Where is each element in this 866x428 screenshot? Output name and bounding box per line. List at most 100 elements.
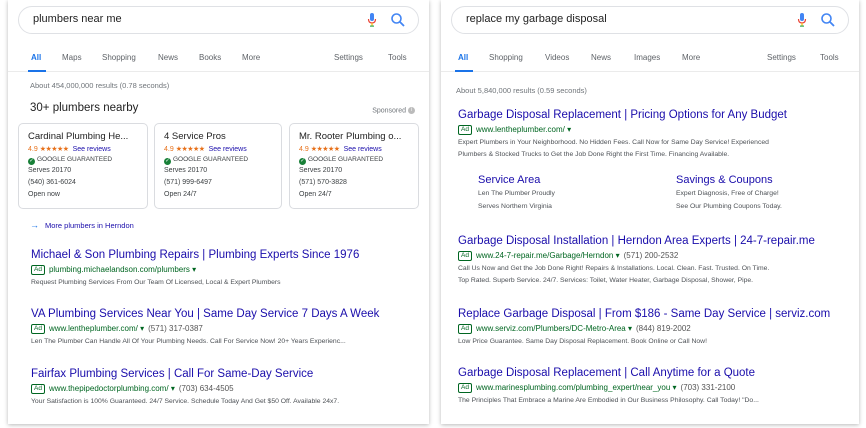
ad-url[interactable]: Ad www.marinesplumbing.com/plumbing_exper… xyxy=(458,383,735,393)
ad-url[interactable]: Ad www.lentheplumber.com/ ▾ (571) 317-0387 xyxy=(31,324,203,334)
see-reviews-link[interactable]: See reviews xyxy=(73,146,111,153)
tab-all[interactable]: All xyxy=(31,53,41,62)
chevron-down-icon[interactable]: ▾ xyxy=(673,383,677,392)
rating: 4.9 ★★★★★ See reviews xyxy=(164,145,247,153)
guarantee-text: GOOGLE GUARANTEED xyxy=(37,156,113,163)
local-service-card[interactable]: 4 Service Pros 4.9 ★★★★★ See reviews ✓ GOO… xyxy=(154,123,282,209)
tab-all[interactable]: All xyxy=(458,53,468,62)
local-service-card[interactable]: Mr. Rooter Plumbing o... 4.9 ★★★★★ See re… xyxy=(289,123,419,209)
more-plumbers-text[interactable]: More plumbers in Herndon xyxy=(45,221,134,230)
ad-description: Call Us Now and Get the Job Done Right! … xyxy=(458,265,770,272)
ad-display-url[interactable]: www.24-7-repair.me/Garbage/Herndon xyxy=(476,251,613,260)
business-name[interactable]: Mr. Rooter Plumbing o... xyxy=(299,131,411,142)
ad-display-url[interactable]: www.lentheplumber.com/ xyxy=(49,324,138,333)
rating: 4.9 ★★★★★ See reviews xyxy=(299,145,382,153)
guarantee-badge: ✓ GOOGLE GUARANTEED xyxy=(28,156,112,165)
guarantee-text: GOOGLE GUARANTEED xyxy=(308,156,384,163)
search-tabs: All Shopping Videos News Images More Set… xyxy=(441,50,859,72)
service-area: Serves 20170 xyxy=(299,167,343,174)
phone-number: (540) 361-6024 xyxy=(28,179,76,186)
search-tabs: All Maps Shopping News Books More Settin… xyxy=(8,50,429,72)
ad-title-link[interactable]: Fairfax Plumbing Services | Call For Sam… xyxy=(31,368,313,380)
ad-phone[interactable]: (571) 317-0387 xyxy=(148,324,203,333)
ad-url[interactable]: Ad www.thepipedoctorplumbing.com/ ▾ (703) … xyxy=(31,384,234,394)
tab-shopping[interactable]: Shopping xyxy=(489,53,523,62)
search-box[interactable]: plumbers near me xyxy=(18,6,419,34)
result-stats: About 5,840,000 results (0.59 seconds) xyxy=(456,86,587,95)
chevron-down-icon[interactable]: ▾ xyxy=(616,251,620,260)
local-service-card[interactable]: Cardinal Plumbing He... 4.9 ★★★★★ See rev… xyxy=(18,123,148,209)
ad-display-url[interactable]: www.serviz.com/Plumbers/DC-Metro-Area xyxy=(476,324,626,333)
see-reviews-link[interactable]: See reviews xyxy=(344,146,382,153)
ad-description: Expert Plumbers in Your Neighborhood. No… xyxy=(458,139,769,146)
ad-description: Len The Plumber Can Handle All Of Your P… xyxy=(31,338,346,345)
info-icon[interactable]: i xyxy=(408,107,415,114)
ad-title-link[interactable]: Replace Garbage Disposal | From $186 - S… xyxy=(458,308,830,320)
ad-url[interactable]: Ad www.serviz.com/Plumbers/DC-Metro-Area … xyxy=(458,324,691,334)
check-icon: ✓ xyxy=(28,158,35,165)
chevron-down-icon[interactable]: ▾ xyxy=(567,125,571,134)
tab-shopping[interactable]: Shopping xyxy=(102,53,136,62)
search-box[interactable]: replace my garbage disposal xyxy=(451,6,849,34)
tab-tools[interactable]: Tools xyxy=(388,53,407,62)
ad-display-url[interactable]: plumbing.michaelandson.com/plumbers xyxy=(49,265,190,274)
tab-maps[interactable]: Maps xyxy=(62,53,82,62)
ad-badge: Ad xyxy=(31,384,45,394)
search-query[interactable]: plumbers near me xyxy=(33,13,122,25)
service-area: Serves 20170 xyxy=(28,167,72,174)
ad-title-link[interactable]: Garbage Disposal Replacement | Pricing O… xyxy=(458,109,787,121)
hours: Open now xyxy=(28,191,60,198)
search-icon[interactable] xyxy=(820,12,836,28)
ad-title-link[interactable]: Michael & Son Plumbing Repairs | Plumbin… xyxy=(31,249,359,261)
microphone-icon[interactable] xyxy=(366,12,378,28)
ad-description: Request Plumbing Services From Our Team … xyxy=(31,279,281,286)
ad-display-url[interactable]: www.thepipedoctorplumbing.com/ xyxy=(49,384,169,393)
ad-phone[interactable]: (703) 634-4505 xyxy=(179,384,234,393)
tab-news[interactable]: News xyxy=(158,53,178,62)
ad-title-link[interactable]: Garbage Disposal Installation | Herndon … xyxy=(458,235,815,247)
phone-number: (571) 999-6497 xyxy=(164,179,212,186)
sitelink-savings-coupons[interactable]: Savings & Coupons xyxy=(676,174,773,186)
ad-url[interactable]: Ad www.24-7-repair.me/Garbage/Herndon ▾ (5… xyxy=(458,251,678,261)
check-icon: ✓ xyxy=(299,158,306,165)
search-icon[interactable] xyxy=(390,12,406,28)
sitelink-service-area[interactable]: Service Area xyxy=(478,174,540,186)
active-tab-indicator xyxy=(455,70,473,72)
results-panel-left: plumbers near me All Maps Shopping News … xyxy=(8,0,429,424)
search-query[interactable]: replace my garbage disposal xyxy=(466,13,607,25)
ad-phone[interactable]: (703) 331-2100 xyxy=(681,383,736,392)
tab-settings[interactable]: Settings xyxy=(767,53,796,62)
business-name[interactable]: Cardinal Plumbing He... xyxy=(28,131,140,142)
microphone-icon[interactable] xyxy=(796,12,808,28)
tab-tools[interactable]: Tools xyxy=(820,53,839,62)
tab-images[interactable]: Images xyxy=(634,53,660,62)
chevron-down-icon[interactable]: ▾ xyxy=(140,324,144,333)
sponsored-text: Sponsored xyxy=(372,107,407,115)
ad-phone[interactable]: (844) 819-2002 xyxy=(636,324,691,333)
phone-number: (571) 570-3828 xyxy=(299,179,347,186)
rating: 4.9 ★★★★★ See reviews xyxy=(28,145,111,153)
tab-more[interactable]: More xyxy=(242,53,260,62)
star-icons: ★★★★★ xyxy=(310,146,340,153)
ad-url[interactable]: Ad www.lentheplumber.com/ ▾ xyxy=(458,125,571,135)
ad-phone[interactable]: (571) 200-2532 xyxy=(624,251,679,260)
chevron-down-icon[interactable]: ▾ xyxy=(192,265,196,274)
see-reviews-link[interactable]: See reviews xyxy=(209,146,247,153)
tab-news[interactable]: News xyxy=(591,53,611,62)
business-name[interactable]: 4 Service Pros xyxy=(164,131,276,142)
ad-url[interactable]: Ad plumbing.michaelandson.com/plumbers ▾ xyxy=(31,265,196,275)
chevron-down-icon[interactable]: ▾ xyxy=(171,384,175,393)
tab-settings[interactable]: Settings xyxy=(334,53,363,62)
tab-books[interactable]: Books xyxy=(199,53,221,62)
guarantee-badge: ✓ GOOGLE GUARANTEED xyxy=(164,156,248,165)
ad-title-link[interactable]: VA Plumbing Services Near You | Same Day… xyxy=(31,308,379,320)
ad-badge: Ad xyxy=(458,251,472,261)
tab-more[interactable]: More xyxy=(682,53,700,62)
ad-title-link[interactable]: Garbage Disposal Replacement | Call Anyt… xyxy=(458,367,755,379)
star-icons: ★★★★★ xyxy=(175,146,205,153)
chevron-down-icon[interactable]: ▾ xyxy=(628,324,632,333)
ad-display-url[interactable]: www.marinesplumbing.com/plumbing_expert/… xyxy=(476,383,670,392)
ad-display-url[interactable]: www.lentheplumber.com/ xyxy=(476,125,565,134)
more-plumbers-link[interactable]: → More plumbers in Herndon xyxy=(30,220,134,230)
tab-videos[interactable]: Videos xyxy=(545,53,569,62)
